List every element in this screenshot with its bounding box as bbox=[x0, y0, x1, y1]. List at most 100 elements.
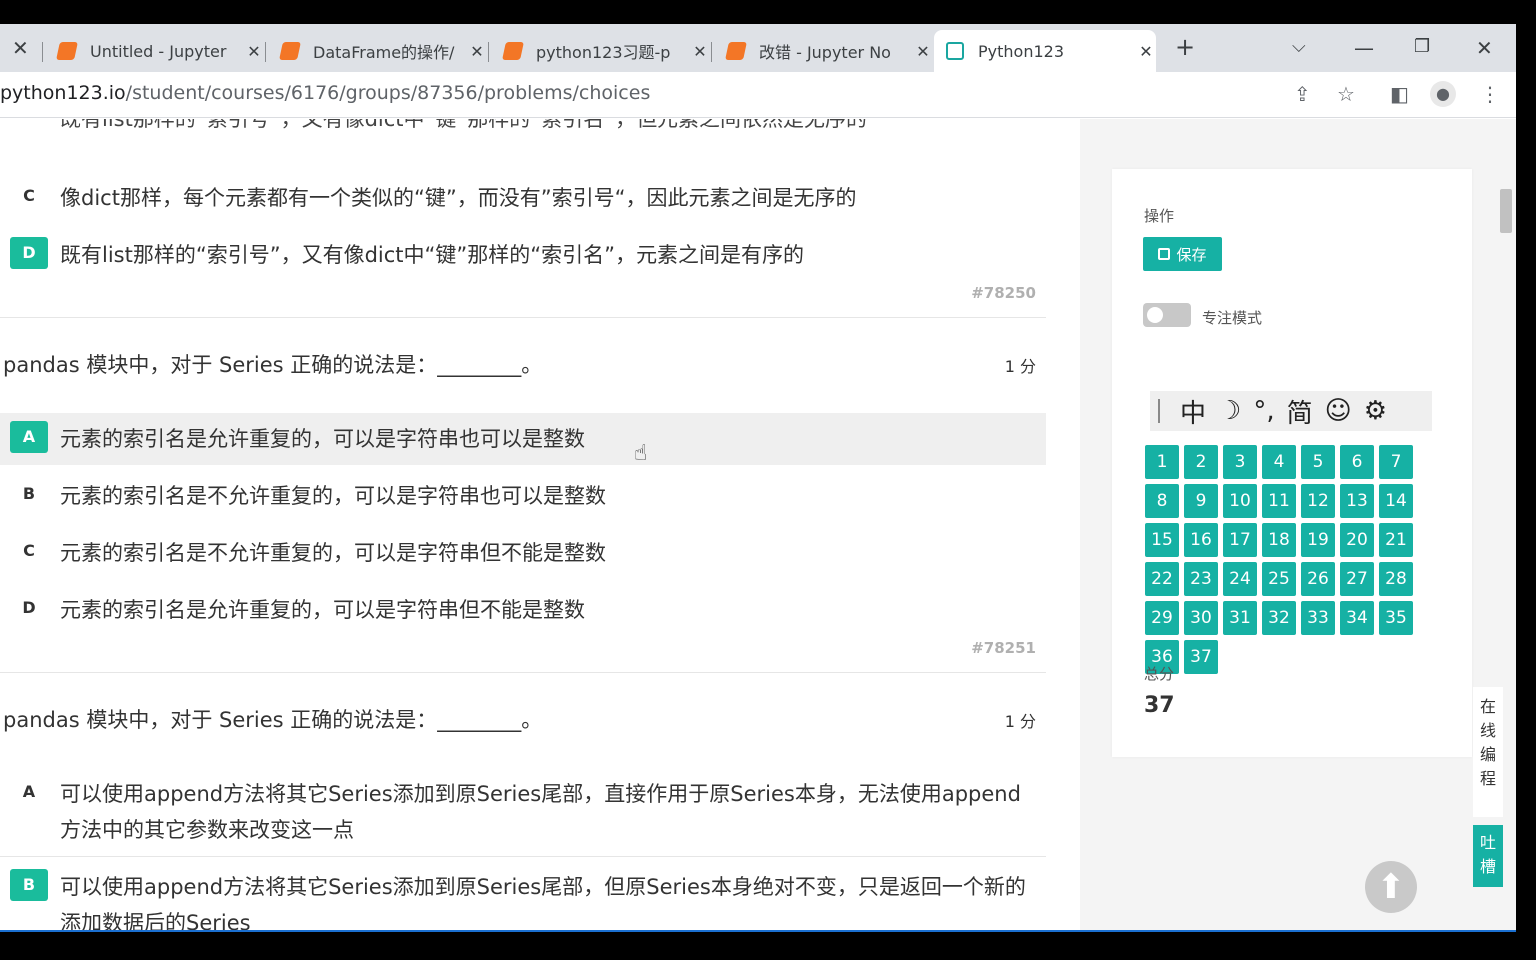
option-d[interactable]: D 元素的索引名是允许重复的，可以是字符串但不能是整数 bbox=[0, 592, 1046, 628]
jupyter-icon bbox=[56, 42, 78, 60]
new-tab-button[interactable]: + bbox=[1175, 33, 1195, 61]
question-number-button[interactable]: 35 bbox=[1379, 601, 1413, 635]
close-icon[interactable]: ✕ bbox=[1136, 42, 1156, 61]
question-number-button[interactable]: 11 bbox=[1262, 484, 1296, 518]
ime-toolbar: 中 ☽ °, 简 ☺ ⚙ bbox=[1150, 391, 1432, 431]
online-coding-tab[interactable]: 在 线 编 程 bbox=[1473, 687, 1503, 817]
close-icon[interactable]: ✕ bbox=[12, 36, 29, 60]
question-number-button[interactable]: 4 bbox=[1262, 445, 1296, 479]
jupyter-icon bbox=[725, 42, 747, 60]
question-score: 1 分 bbox=[1004, 357, 1036, 376]
share-icon[interactable]: ⇪ bbox=[1294, 82, 1311, 106]
question-number-button[interactable]: 3 bbox=[1223, 445, 1257, 479]
ime-simplified-icon[interactable]: 简 bbox=[1287, 393, 1313, 430]
question-number-button[interactable]: 23 bbox=[1184, 562, 1218, 596]
question-number-button[interactable]: 24 bbox=[1223, 562, 1257, 596]
focus-mode-label: 专注模式 bbox=[1202, 309, 1263, 327]
close-icon[interactable]: ✕ bbox=[244, 42, 264, 61]
answer-card: 操作 保存 专注模式 中 ☽ °, 简 ☺ ⚙ 1 2 3 4 5 6 7 8 9 10 11 12 1… bbox=[1112, 169, 1472, 757]
back-to-top-icon[interactable]: ⬆ bbox=[1365, 861, 1417, 913]
ime-punct-icon[interactable]: °, bbox=[1253, 396, 1274, 426]
ime-moon-icon[interactable]: ☽ bbox=[1218, 396, 1241, 426]
question-number-button[interactable]: 15 bbox=[1145, 523, 1179, 557]
question-number-button[interactable]: 37 bbox=[1184, 640, 1218, 674]
close-icon[interactable]: ✕ bbox=[467, 42, 487, 61]
question-number-button[interactable]: 16 bbox=[1184, 523, 1218, 557]
question-number-button[interactable]: 12 bbox=[1301, 484, 1335, 518]
minimize-icon[interactable]: — bbox=[1354, 36, 1374, 60]
ime-settings-icon[interactable]: ⚙ bbox=[1364, 396, 1387, 426]
question-number-button[interactable]: 19 bbox=[1301, 523, 1335, 557]
tab-title: Python123 bbox=[978, 41, 1064, 61]
ime-chinese-icon[interactable]: 中 bbox=[1180, 393, 1206, 430]
tab-correction[interactable]: 改错 - Jupyter No ✕ bbox=[715, 30, 933, 72]
option-a[interactable]: A 可以使用append方法将其它Series添加到原Series尾部，直接作用… bbox=[0, 776, 1046, 848]
question-number-button[interactable]: 34 bbox=[1340, 601, 1374, 635]
question-number-button[interactable]: 9 bbox=[1184, 484, 1218, 518]
question-text: pandas 模块中，对于 Series 正确的说法是：________。 bbox=[3, 708, 543, 732]
question-number-button[interactable]: 28 bbox=[1379, 562, 1413, 596]
question-number-button[interactable]: 8 bbox=[1145, 484, 1179, 518]
question-number-button[interactable]: 25 bbox=[1262, 562, 1296, 596]
question-number-button[interactable]: 30 bbox=[1184, 601, 1218, 635]
page-content: 既有list那样的“索引号”，又有像dict中“键”那样的“索引名”，但元素之间… bbox=[0, 119, 1516, 932]
question-number-button[interactable]: 10 bbox=[1223, 484, 1257, 518]
question-number-button[interactable]: 33 bbox=[1301, 601, 1335, 635]
option-c[interactable]: C 元素的索引名是不允许重复的，可以是字符串但不能是整数 bbox=[0, 535, 1046, 571]
question-id: #78251 bbox=[971, 639, 1036, 657]
option-a[interactable]: A 元素的索引名是允许重复的，可以是字符串也可以是整数 bbox=[0, 413, 1046, 465]
question-list: 既有list那样的“索引号”，又有像dict中“键”那样的“索引名”，但元素之间… bbox=[0, 119, 1080, 932]
bookmark-star-icon[interactable]: ☆ bbox=[1337, 82, 1355, 106]
question-number-button[interactable]: 17 bbox=[1223, 523, 1257, 557]
option-b[interactable]: B 可以使用append方法将其它Series添加到原Series尾部，但原Se… bbox=[0, 869, 1046, 932]
option-c[interactable]: C 像dict那样，每个元素都有一个类似的“键”，而没有”索引号“，因此元素之间… bbox=[0, 180, 1046, 216]
question-number-button[interactable]: 13 bbox=[1340, 484, 1374, 518]
tab-python123[interactable]: Python123 ✕ bbox=[934, 30, 1156, 72]
side-panel-icon[interactable]: ◧ bbox=[1390, 82, 1409, 106]
close-icon[interactable]: ✕ bbox=[913, 42, 933, 61]
tab-python123-exercise[interactable]: python123习题-p ✕ bbox=[492, 30, 710, 72]
question-number-button[interactable]: 29 bbox=[1145, 601, 1179, 635]
question-number-button[interactable]: 22 bbox=[1145, 562, 1179, 596]
window-close-icon[interactable]: ✕ bbox=[1476, 36, 1493, 60]
question-number-button[interactable]: 20 bbox=[1340, 523, 1374, 557]
tab-untitled-jupyter[interactable]: Untitled - Jupyter ✕ bbox=[46, 30, 264, 72]
question-number-button[interactable]: 1 bbox=[1145, 445, 1179, 479]
address-bar: python123.io/student/courses/6176/groups… bbox=[0, 72, 1516, 118]
question-score: 1 分 bbox=[1004, 712, 1036, 731]
ime-emoji-icon[interactable]: ☺ bbox=[1325, 396, 1352, 426]
tab-dataframe[interactable]: DataFrame的操作/ ✕ bbox=[269, 30, 487, 72]
question-number-button[interactable]: 5 bbox=[1301, 445, 1335, 479]
url-field[interactable]: python123.io/student/courses/6176/groups… bbox=[0, 82, 650, 104]
question-number-button[interactable]: 6 bbox=[1340, 445, 1374, 479]
python123-icon bbox=[946, 42, 964, 60]
option-d[interactable]: D 既有list那样的“索引号”，又有像dict中“键”那样的“索引名”，元素之… bbox=[0, 237, 1046, 273]
question-number-button[interactable]: 18 bbox=[1262, 523, 1296, 557]
profile-icon[interactable]: ● bbox=[1430, 81, 1456, 107]
tab-title: 改错 - Jupyter No bbox=[759, 43, 891, 62]
mouse-cursor-icon: ☝ bbox=[634, 441, 648, 466]
tab-bar: ✕ Untitled - Jupyter ✕ DataFrame的操作/ ✕ p… bbox=[0, 24, 1516, 72]
feedback-tab[interactable]: 吐 槽 bbox=[1473, 825, 1503, 887]
option-partial[interactable]: 既有list那样的“索引号”，又有像dict中“键”那样的“索引名”，但元素之间… bbox=[0, 119, 1046, 137]
question-number-button[interactable]: 21 bbox=[1379, 523, 1413, 557]
question-number-button[interactable]: 14 bbox=[1379, 484, 1413, 518]
question-number-button[interactable]: 27 bbox=[1340, 562, 1374, 596]
menu-icon[interactable]: ⋮ bbox=[1480, 82, 1500, 106]
focus-mode-toggle[interactable] bbox=[1143, 303, 1191, 327]
question-number-button[interactable]: 31 bbox=[1223, 601, 1257, 635]
question-number-button[interactable]: 26 bbox=[1301, 562, 1335, 596]
total-label: 总分 bbox=[1144, 665, 1175, 683]
restore-icon[interactable]: ❐ bbox=[1414, 36, 1430, 57]
scrollbar-thumb[interactable] bbox=[1500, 189, 1512, 233]
close-icon[interactable]: ✕ bbox=[690, 42, 710, 61]
option-b[interactable]: B 元素的索引名是不允许重复的，可以是字符串也可以是整数 bbox=[0, 478, 1046, 514]
jupyter-icon bbox=[279, 42, 301, 60]
question-text: pandas 模块中，对于 Series 正确的说法是：________。 bbox=[3, 353, 543, 377]
question-number-button[interactable]: 32 bbox=[1262, 601, 1296, 635]
tab-search-icon[interactable]: ⌵ bbox=[1292, 36, 1306, 57]
save-button[interactable]: 保存 bbox=[1143, 237, 1222, 271]
question-number-button[interactable]: 2 bbox=[1184, 445, 1218, 479]
tab-title: Untitled - Jupyter bbox=[90, 41, 227, 61]
question-number-button[interactable]: 7 bbox=[1379, 445, 1413, 479]
